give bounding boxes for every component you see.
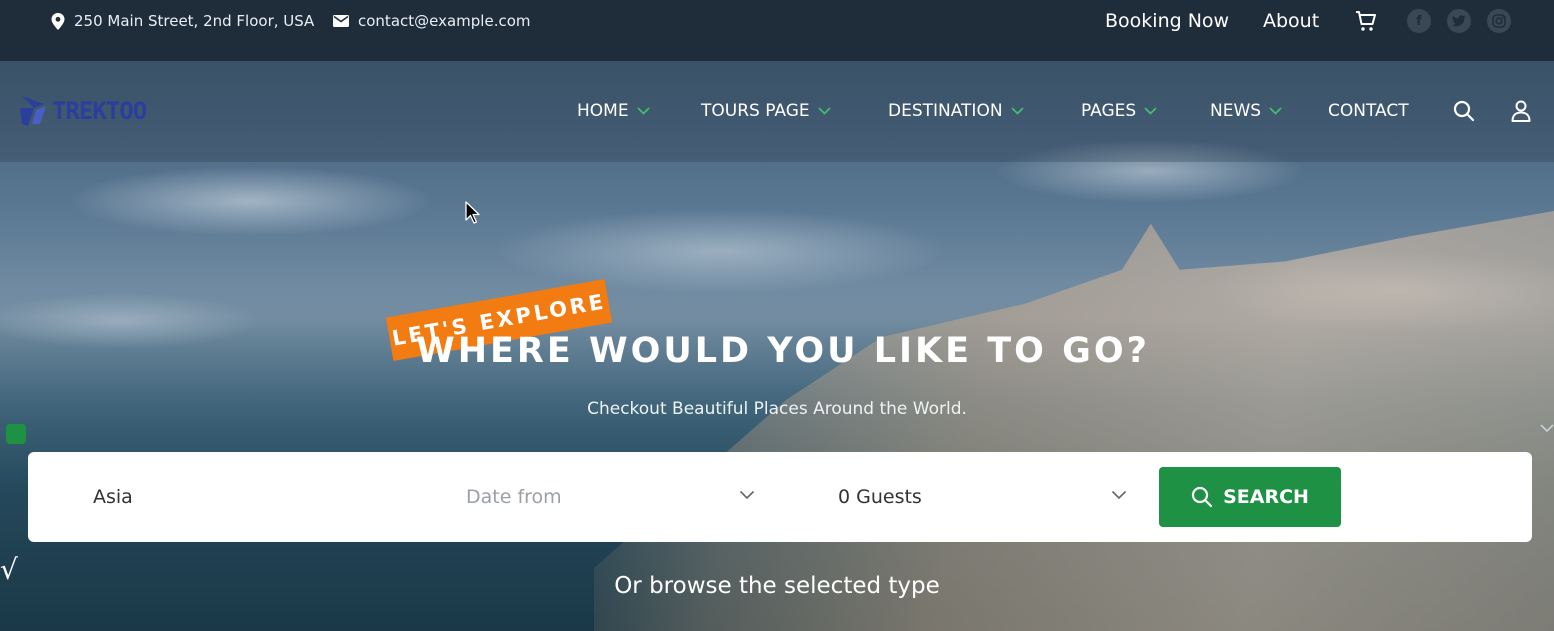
nav-news-label: NEWS: [1210, 101, 1262, 121]
facebook-icon[interactable]: f: [1407, 9, 1431, 33]
tour-search-form: Asia Date from 0 Guests SEARCH: [28, 452, 1532, 542]
nav-pages[interactable]: PAGES: [1081, 99, 1157, 123]
address-info: 250 Main Street, 2nd Floor, USA: [51, 0, 314, 42]
destination-input[interactable]: Asia: [93, 452, 433, 542]
search-icon: [1191, 486, 1213, 508]
search-button[interactable]: SEARCH: [1159, 467, 1341, 527]
nav-home-label: HOME: [577, 101, 629, 121]
date-from-select[interactable]: Date from: [466, 452, 766, 542]
hero-section: TREKTOO HOME TOURS PAGE DESTINATION PAGE…: [0, 61, 1554, 631]
guests-select[interactable]: 0 Guests: [838, 452, 1138, 542]
envelope-icon: [333, 15, 349, 27]
twitter-icon[interactable]: [1447, 9, 1471, 33]
nav-contact-label: CONTACT: [1328, 101, 1409, 121]
hero-title: WHERE WOULD YOU LIKE TO GO?: [416, 331, 1150, 371]
nav-pages-label: PAGES: [1081, 101, 1137, 121]
chevron-down-icon: [1144, 107, 1157, 115]
floating-widget-button[interactable]: [6, 424, 26, 444]
nav-news[interactable]: NEWS: [1210, 99, 1282, 123]
nav-destination-label: DESTINATION: [888, 101, 1003, 121]
chevron-down-icon: [636, 107, 650, 115]
search-icon[interactable]: [1453, 100, 1475, 122]
nav-home[interactable]: HOME: [577, 99, 650, 123]
email-text[interactable]: contact@example.com: [358, 12, 531, 30]
main-navbar: TREKTOO HOME TOURS PAGE DESTINATION PAGE…: [0, 61, 1554, 162]
user-account-icon[interactable]: [1511, 100, 1531, 122]
chevron-down-icon: [1111, 490, 1127, 500]
chevron-down-icon[interactable]: [1540, 424, 1554, 433]
chevron-down-icon: [739, 490, 755, 500]
mouse-cursor-icon: [465, 201, 480, 224]
instagram-icon[interactable]: [1487, 9, 1511, 33]
browse-type-heading: Or browse the selected type: [614, 573, 940, 599]
nav-tours-page[interactable]: TOURS PAGE: [701, 99, 831, 123]
brand-name: TREKTOO: [52, 97, 147, 125]
search-button-label: SEARCH: [1223, 486, 1309, 508]
nav-destination[interactable]: DESTINATION: [888, 99, 1024, 123]
top-bar: 250 Main Street, 2nd Floor, USA contact@…: [0, 0, 1554, 61]
brand-logo[interactable]: TREKTOO: [18, 94, 147, 128]
nav-contact[interactable]: CONTACT: [1328, 99, 1409, 123]
logo-mark-icon: [20, 96, 46, 126]
hero-subtitle: Checkout Beautiful Places Around the Wor…: [587, 399, 967, 419]
chevron-down-icon: [1269, 107, 1282, 115]
email-info[interactable]: contact@example.com: [333, 0, 531, 42]
cart-icon[interactable]: [1354, 9, 1378, 33]
side-check-icon: √: [0, 553, 18, 586]
chevron-down-icon: [817, 107, 831, 115]
booking-now-link[interactable]: Booking Now: [1105, 0, 1229, 42]
location-pin-icon: [51, 12, 65, 30]
about-link[interactable]: About: [1263, 0, 1319, 42]
chevron-down-icon: [1010, 107, 1024, 115]
nav-tours-page-label: TOURS PAGE: [701, 101, 810, 121]
address-text: 250 Main Street, 2nd Floor, USA: [74, 12, 315, 30]
